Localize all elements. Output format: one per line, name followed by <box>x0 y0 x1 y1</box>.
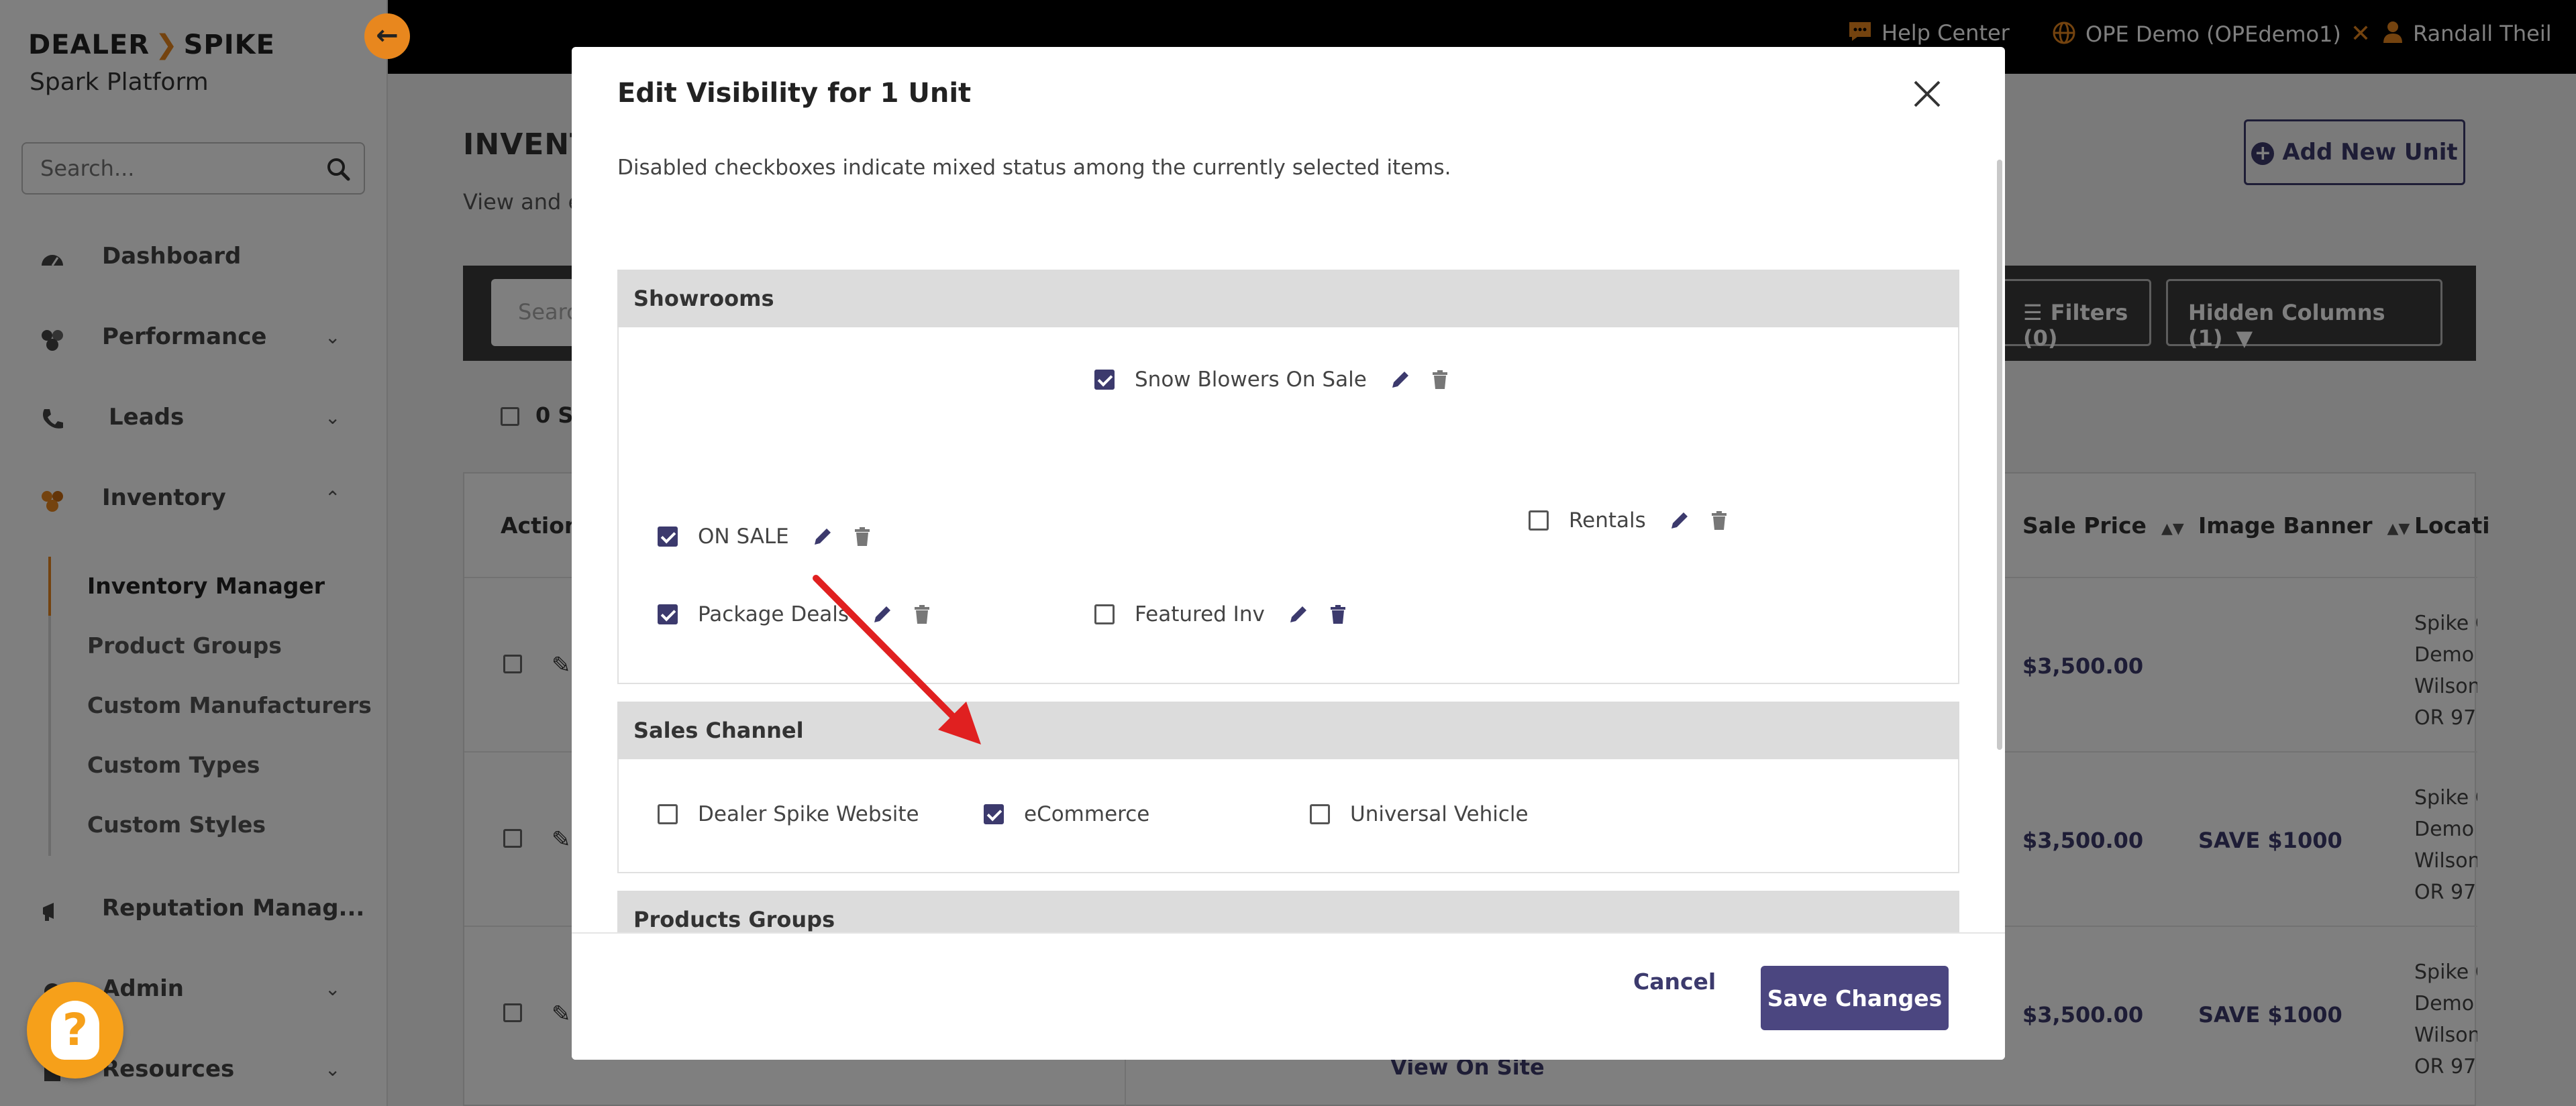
annotation-arrow <box>813 575 981 744</box>
